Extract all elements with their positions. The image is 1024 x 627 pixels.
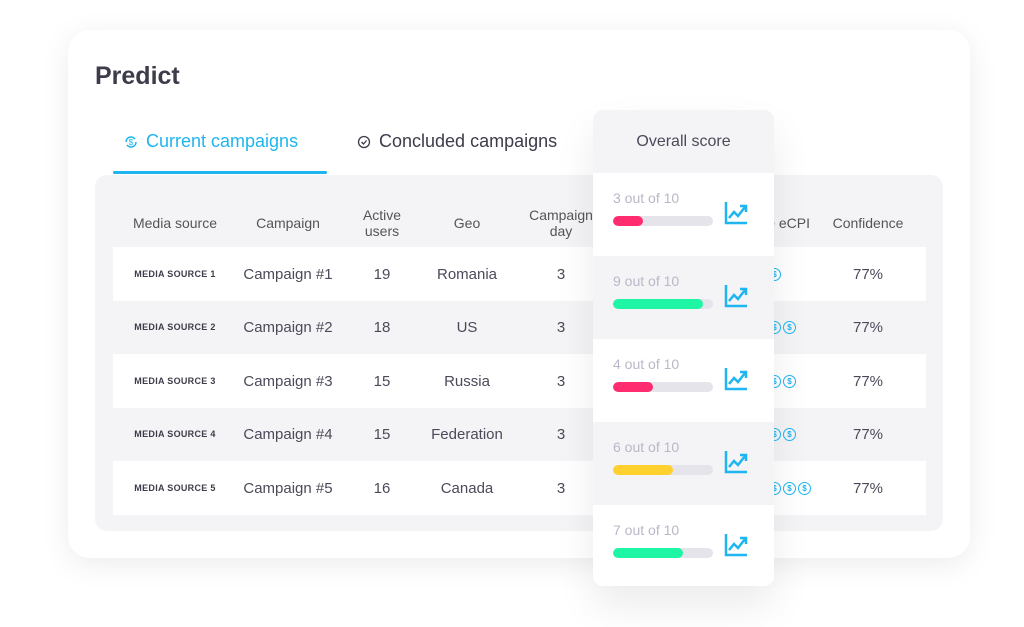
check-circle-icon bbox=[357, 135, 371, 148]
score-bar-fill bbox=[613, 299, 703, 309]
cell-confidence: 77% bbox=[852, 318, 884, 336]
svg-text:$: $ bbox=[129, 138, 134, 147]
score-bar-fill bbox=[613, 548, 683, 558]
cell-media-source: MEDIA SOURCE 1 bbox=[134, 269, 216, 279]
score-bar-fill bbox=[613, 216, 643, 226]
trend-chart-icon[interactable] bbox=[724, 533, 748, 557]
overall-score-header: Overall score bbox=[593, 110, 774, 173]
score-bar bbox=[613, 548, 713, 558]
score-cell: 3 out of 10 bbox=[593, 173, 774, 256]
refresh-dollar-icon: $ bbox=[125, 135, 137, 148]
trend-chart-icon[interactable] bbox=[724, 450, 748, 474]
score-label: 4 out of 10 bbox=[613, 356, 680, 372]
trend-chart-icon[interactable] bbox=[724, 284, 748, 308]
table-row[interactable]: MEDIA SOURCE 3Campaign #315Russia377%$$$ bbox=[113, 354, 926, 408]
score-bar bbox=[613, 216, 713, 226]
tab-current-campaigns[interactable]: $ Current campaigns bbox=[124, 131, 298, 152]
table-row[interactable]: MEDIA SOURCE 1Campaign #119Romania377%$$ bbox=[113, 247, 926, 301]
dollar-coin-icon: $ bbox=[783, 481, 796, 495]
dollar-coin-icon: $ bbox=[783, 427, 796, 441]
trend-chart-icon[interactable] bbox=[724, 201, 748, 225]
trend-chart-icon[interactable] bbox=[724, 367, 748, 391]
cell-media-source: MEDIA SOURCE 2 bbox=[134, 322, 216, 332]
overall-score-column: Overall score 3 out of 10 9 out of 10 4 … bbox=[593, 110, 774, 586]
score-cell: 7 out of 10 bbox=[593, 505, 774, 586]
cell-media-source: MEDIA SOURCE 5 bbox=[134, 483, 216, 493]
score-bar bbox=[613, 382, 713, 392]
score-bar-fill bbox=[613, 465, 673, 475]
active-tab-indicator bbox=[113, 171, 327, 174]
tab-concluded-campaigns[interactable]: Concluded campaigns bbox=[357, 131, 557, 152]
dollar-coin-icon: $ bbox=[798, 481, 811, 495]
tab-label: Current campaigns bbox=[146, 131, 299, 151]
score-bar-fill bbox=[613, 382, 653, 392]
score-label: 9 out of 10 bbox=[613, 273, 680, 289]
score-label: 7 out of 10 bbox=[613, 522, 680, 538]
score-cell: 4 out of 10 bbox=[593, 339, 774, 422]
cell-media-source: MEDIA SOURCE 3 bbox=[134, 376, 216, 386]
score-cell: 6 out of 10 bbox=[593, 422, 774, 505]
cell-media-source: MEDIA SOURCE 4 bbox=[134, 429, 216, 439]
dollar-coin-icon: $ bbox=[783, 320, 796, 334]
score-bar bbox=[613, 465, 713, 475]
score-label: 6 out of 10 bbox=[613, 439, 680, 455]
score-cell: 9 out of 10 bbox=[593, 256, 774, 339]
header-media-source: Media source bbox=[132, 214, 218, 231]
cell-confidence: 77% bbox=[852, 265, 884, 283]
table-row[interactable]: MEDIA SOURCE 4 Campaign #4 15 Federation 3 77… bbox=[113, 407, 926, 461]
dollar-coin-icon: $ bbox=[783, 374, 796, 388]
score-label: 3 out of 10 bbox=[613, 190, 680, 206]
cell-confidence: 77% bbox=[852, 372, 884, 390]
header-confidence: Confidence bbox=[832, 214, 904, 231]
cell-confidence: 77% bbox=[852, 479, 884, 497]
cell-confidence: 77% bbox=[852, 425, 884, 443]
table-row[interactable]: MEDIA SOURCE 2Campaign #218US377%$$$ bbox=[113, 300, 926, 354]
table-row[interactable]: MEDIA SOURCE 5 Campaign #5 16 Canada 3 77% $ $ $… bbox=[113, 461, 926, 515]
tab-label: Concluded campaigns bbox=[379, 131, 558, 151]
score-bar bbox=[613, 299, 713, 309]
page-title: Predict bbox=[95, 62, 180, 90]
